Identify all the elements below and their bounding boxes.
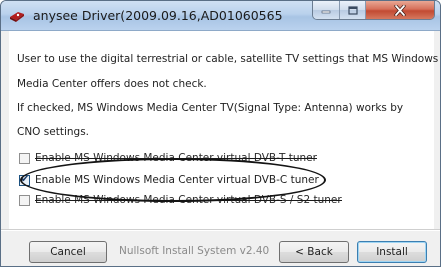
maximize-button[interactable] [340, 1, 366, 19]
option-dvb-t[interactable]: Enable MS Windows Media Center virtual D… [19, 151, 317, 165]
window-title: anysee Driver(2009.09.16,AD01060565) CNO… [33, 8, 283, 23]
option-dvb-c[interactable]: ✔ Enable MS Windows Media Center virtual… [19, 173, 319, 187]
description-line-2: Media Center offers does not check. [17, 78, 207, 90]
window-controls [312, 1, 435, 20]
dvb-t-checkbox[interactable] [19, 152, 30, 164]
dvb-c-label: Enable MS Windows Media Center virtual D… [35, 174, 319, 186]
nsis-branding: Nullsoft Install System v2.40 [119, 245, 270, 257]
title-bar[interactable]: anysee Driver(2009.09.16,AD01060565) CNO… [1, 1, 440, 31]
minimize-button[interactable] [313, 1, 340, 19]
option-dvb-s[interactable]: Enable MS Windows Media Center virtual D… [19, 193, 342, 207]
installer-window: anysee Driver(2009.09.16,AD01060565) CNO… [0, 0, 441, 267]
strikethrough-line [35, 158, 317, 159]
cancel-button[interactable]: Cancel [29, 241, 107, 263]
app-icon [10, 12, 24, 22]
footer-divider [1, 229, 440, 231]
description-line-3: If checked, MS Windows Media Center TV(S… [17, 102, 404, 114]
maximize-icon [347, 5, 358, 15]
dvb-t-label: Enable MS Windows Media Center virtual D… [35, 152, 317, 164]
back-button[interactable]: < Back [279, 241, 349, 263]
description-line-4: CNO settings. [17, 126, 89, 138]
strikethrough-line [35, 200, 342, 201]
checkmark-icon: ✔ [20, 173, 30, 185]
dvb-s-label: Enable MS Windows Media Center virtual D… [35, 194, 342, 206]
minimize-icon [321, 10, 331, 14]
close-button[interactable] [366, 1, 434, 19]
install-button[interactable]: Install [357, 241, 427, 263]
dvb-c-checkbox[interactable]: ✔ [19, 173, 30, 186]
dvb-s-checkbox[interactable] [19, 194, 30, 206]
description-line-1: User to use the digital terrestrial or c… [17, 53, 439, 65]
close-icon [394, 4, 406, 16]
